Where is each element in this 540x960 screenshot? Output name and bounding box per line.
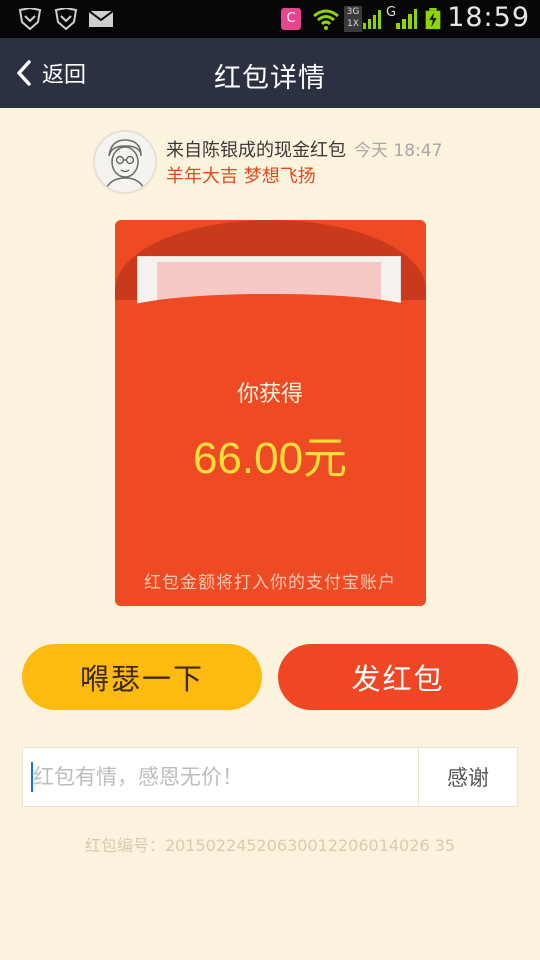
send-red-packet-button[interactable]: 发红包 (278, 644, 518, 710)
clock: 18:59 (447, 2, 530, 33)
app-header: 返回 红包详情 (0, 38, 540, 108)
sender-portrait-icon (95, 132, 155, 192)
network-sub: 1X (347, 19, 359, 29)
amount-value: 66.00元 (192, 434, 348, 483)
thanks-input[interactable] (23, 748, 419, 806)
status-bar: C 3G 1X G 18:59 (0, 0, 540, 38)
network-type-icon: 3G 1X (344, 6, 362, 32)
wish-text: 羊年大吉 梦想飞扬 (166, 166, 316, 187)
gain-label: 你获得 (236, 382, 303, 407)
battery-charging-icon (425, 8, 441, 30)
avatar[interactable] (93, 130, 157, 194)
page-title: 红包详情 (214, 63, 326, 94)
show-off-button[interactable]: 嘚瑟一下 (22, 644, 262, 710)
thanks-box: 感谢 (22, 747, 518, 807)
sender-line: 来自陈银成的现金红包 今天 18:47 (166, 136, 442, 162)
shield-icon (54, 8, 78, 30)
red-envelope (115, 220, 426, 606)
network-badge: 3G (346, 7, 360, 17)
sender-from: 来自陈银成的现金红包 (166, 140, 346, 161)
text-caret (31, 762, 33, 792)
signal-icon (396, 9, 417, 29)
mail-icon (88, 10, 114, 27)
shield-icon (18, 8, 42, 30)
red-packet-serial: 红包编号：20150224520630012206014026 35 (84, 836, 456, 855)
signal-icon (363, 10, 381, 29)
app-badge-icon: C (281, 8, 301, 30)
thanks-button[interactable]: 感谢 (418, 748, 517, 806)
envelope-note: 红包金额将打入你的支付宝账户 (144, 573, 396, 593)
sender-time: 今天 18:47 (354, 141, 443, 161)
wifi-icon (313, 9, 339, 30)
